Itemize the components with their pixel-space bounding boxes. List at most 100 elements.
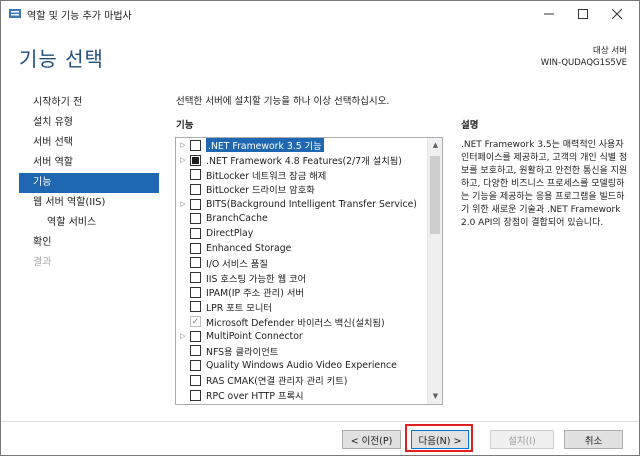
feature-checkbox[interactable] [190, 389, 201, 401]
feature-row[interactable]: BranchCache [176, 211, 428, 226]
window-title: 역할 및 기능 추가 마법사 [27, 11, 132, 22]
feature-label: BitLocker 드라이브 암호화 [206, 185, 315, 197]
maximize-button[interactable] [568, 1, 598, 27]
scroll-down-icon[interactable]: ▼ [428, 389, 442, 404]
feature-checkbox[interactable] [190, 198, 201, 210]
feature-row[interactable]: IIS 호스팅 가능한 웹 코어 [176, 270, 428, 285]
feature-row[interactable]: Enhanced Storage [176, 241, 428, 256]
feature-row[interactable]: Quality Windows Audio Video Experience [176, 358, 428, 373]
features-header: 기능 [176, 120, 194, 131]
cancel-button[interactable]: 취소 [564, 430, 623, 449]
feature-description: .NET Framework 3.5는 매력적인 사용자 인터페이스를 제공하고… [461, 140, 628, 228]
feature-label: IPAM(IP 주소 관리) 서버 [206, 288, 304, 300]
feature-checkbox[interactable] [190, 360, 201, 372]
feature-row[interactable]: RAS CMAK(연결 관리자 관리 키트) [176, 373, 428, 388]
feature-row[interactable]: ✓ Microsoft Defender 바이러스 백신(설치됨) [176, 314, 428, 329]
feature-checkbox[interactable] [190, 330, 201, 342]
feature-checkbox[interactable] [190, 301, 201, 313]
feature-row[interactable]: I/O 서비스 품질 [176, 256, 428, 271]
nav-item-results: 결과 [33, 257, 52, 268]
feature-checkbox[interactable] [190, 213, 201, 225]
title-bar: 역할 및 기능 추가 마법사 [1, 1, 639, 27]
feature-row[interactable]: ▷ .NET Framework 4.8 Features(2/7개 설치됨) [176, 153, 428, 168]
feature-label: Enhanced Storage [206, 242, 292, 254]
feature-label: BITS(Background Intelligent Transfer Ser… [206, 198, 417, 210]
feature-row[interactable]: RPC over HTTP 프록시 [176, 388, 428, 403]
feature-label: .NET Framework 4.8 Features(2/7개 설치됨) [206, 156, 402, 168]
destination-server: 대상 서버 WIN-QUDAQG1S5VE [541, 45, 627, 69]
feature-row[interactable]: BitLocker 네트워크 잠금 해제 [176, 167, 428, 182]
feature-checkbox[interactable] [190, 154, 201, 166]
feature-label: MultiPoint Connector [206, 330, 303, 342]
nav-item-confirmation[interactable]: 확인 [19, 233, 159, 253]
feature-row[interactable]: ▷ BITS(Background Intelligent Transfer Se… [176, 197, 428, 212]
wizard-window: 역할 및 기능 추가 마법사 기능 선택 대상 서버 WIN-QUDAQG1S5… [0, 0, 640, 456]
feature-row[interactable]: LPR 포트 모니터 [176, 300, 428, 315]
nav-item-installation-type[interactable]: 설치 유형 [19, 113, 159, 133]
feature-checkbox[interactable] [190, 257, 201, 269]
feature-row[interactable]: ▷ MultiPoint Connector [176, 329, 428, 344]
feature-checkbox[interactable] [190, 242, 201, 254]
feature-label: RPC over HTTP 프록시 [206, 391, 304, 403]
feature-label: RAS CMAK(연결 관리자 관리 키트) [206, 376, 348, 388]
close-button[interactable] [602, 1, 632, 27]
nav-item-server-selection[interactable]: 서버 선택 [19, 133, 159, 153]
feature-label: SMB 1.0/CIFS 파일 공유 지원 [206, 403, 328, 404]
feature-label: Quality Windows Audio Video Experience [206, 360, 397, 372]
maximize-icon [578, 9, 588, 19]
nav-item-before-you-begin[interactable]: 시작하기 전 [19, 93, 159, 113]
feature-checkbox[interactable] [190, 404, 201, 405]
nav-item-web-server-role[interactable]: 웹 서버 역할(IIS) [19, 193, 159, 213]
feature-label: IIS 호스팅 가능한 웹 코어 [206, 273, 307, 285]
feature-checkbox[interactable] [190, 139, 201, 151]
feature-label: I/O 서비스 품질 [206, 258, 268, 270]
feature-row[interactable]: ▷ .NET Framework 3.5 기능 [176, 138, 428, 153]
install-button: 설치(I) [490, 430, 554, 449]
feature-checkbox[interactable] [190, 374, 201, 386]
feature-row[interactable]: NFS용 클라이언트 [176, 344, 428, 359]
feature-label: LPR 포트 모니터 [206, 302, 272, 314]
wizard-nav: 시작하기 전 설치 유형 서버 선택 서버 역할 기능 웹 서버 역할(IIS)… [19, 93, 159, 273]
minimize-icon [544, 13, 554, 15]
close-icon [612, 9, 622, 19]
server-manager-icon [9, 9, 21, 18]
feature-checkbox[interactable] [190, 345, 201, 357]
expand-arrow-icon[interactable]: ▷ [176, 332, 190, 340]
expand-arrow-icon[interactable]: ▷ [176, 156, 190, 164]
feature-row[interactable]: IPAM(IP 주소 관리) 서버 [176, 285, 428, 300]
nav-item-features[interactable]: 기능 [19, 173, 159, 193]
feature-checkbox[interactable] [190, 272, 201, 284]
features-scrollbar[interactable]: ▲ ▼ [427, 138, 442, 404]
footer-divider [1, 421, 639, 422]
expand-arrow-icon[interactable]: ▷ [176, 141, 190, 149]
next-button-highlight [405, 424, 473, 452]
destination-server-name: WIN-QUDAQG1S5VE [540, 58, 627, 68]
nav-item-server-roles[interactable]: 서버 역할 [19, 153, 159, 173]
feature-label: BranchCache [206, 213, 268, 225]
features-list-rows: ▷ .NET Framework 3.5 기능 ▷ .NET Framework 4.… [176, 138, 428, 405]
feature-checkbox: ✓ [190, 316, 201, 328]
feature-row[interactable]: ▷SMB 1.0/CIFS 파일 공유 지원 [176, 402, 428, 405]
features-list[interactable]: ▷ .NET Framework 3.5 기능 ▷ .NET Framework 4.… [175, 137, 443, 405]
scroll-thumb[interactable] [430, 156, 440, 234]
feature-label: NFS용 클라이언트 [206, 346, 279, 358]
feature-checkbox[interactable] [190, 169, 201, 181]
feature-checkbox[interactable] [190, 227, 201, 239]
description-header: 설명 [461, 120, 479, 131]
expand-arrow-icon[interactable]: ▷ [176, 200, 190, 208]
feature-label: Microsoft Defender 바이러스 백신(설치됨) [206, 317, 385, 329]
scroll-up-icon[interactable]: ▲ [428, 138, 442, 153]
feature-checkbox[interactable] [190, 183, 201, 195]
instruction-text: 선택한 서버에 설치할 기능을 하나 이상 선택하십시오. [176, 96, 390, 107]
destination-server-label: 대상 서버 [593, 46, 627, 56]
nav-item-role-services[interactable]: 역할 서비스 [19, 213, 159, 233]
feature-row[interactable]: BitLocker 드라이브 암호화 [176, 182, 428, 197]
page-title: 기능 선택 [19, 47, 104, 71]
previous-button[interactable]: < 이전(P) [342, 430, 401, 449]
feature-label: .NET Framework 3.5 기능 [206, 138, 324, 153]
feature-checkbox[interactable] [190, 286, 201, 298]
feature-label: DirectPlay [206, 227, 254, 239]
feature-row[interactable]: DirectPlay [176, 226, 428, 241]
feature-label: BitLocker 네트워크 잠금 해제 [206, 170, 327, 182]
minimize-button[interactable] [534, 1, 564, 27]
